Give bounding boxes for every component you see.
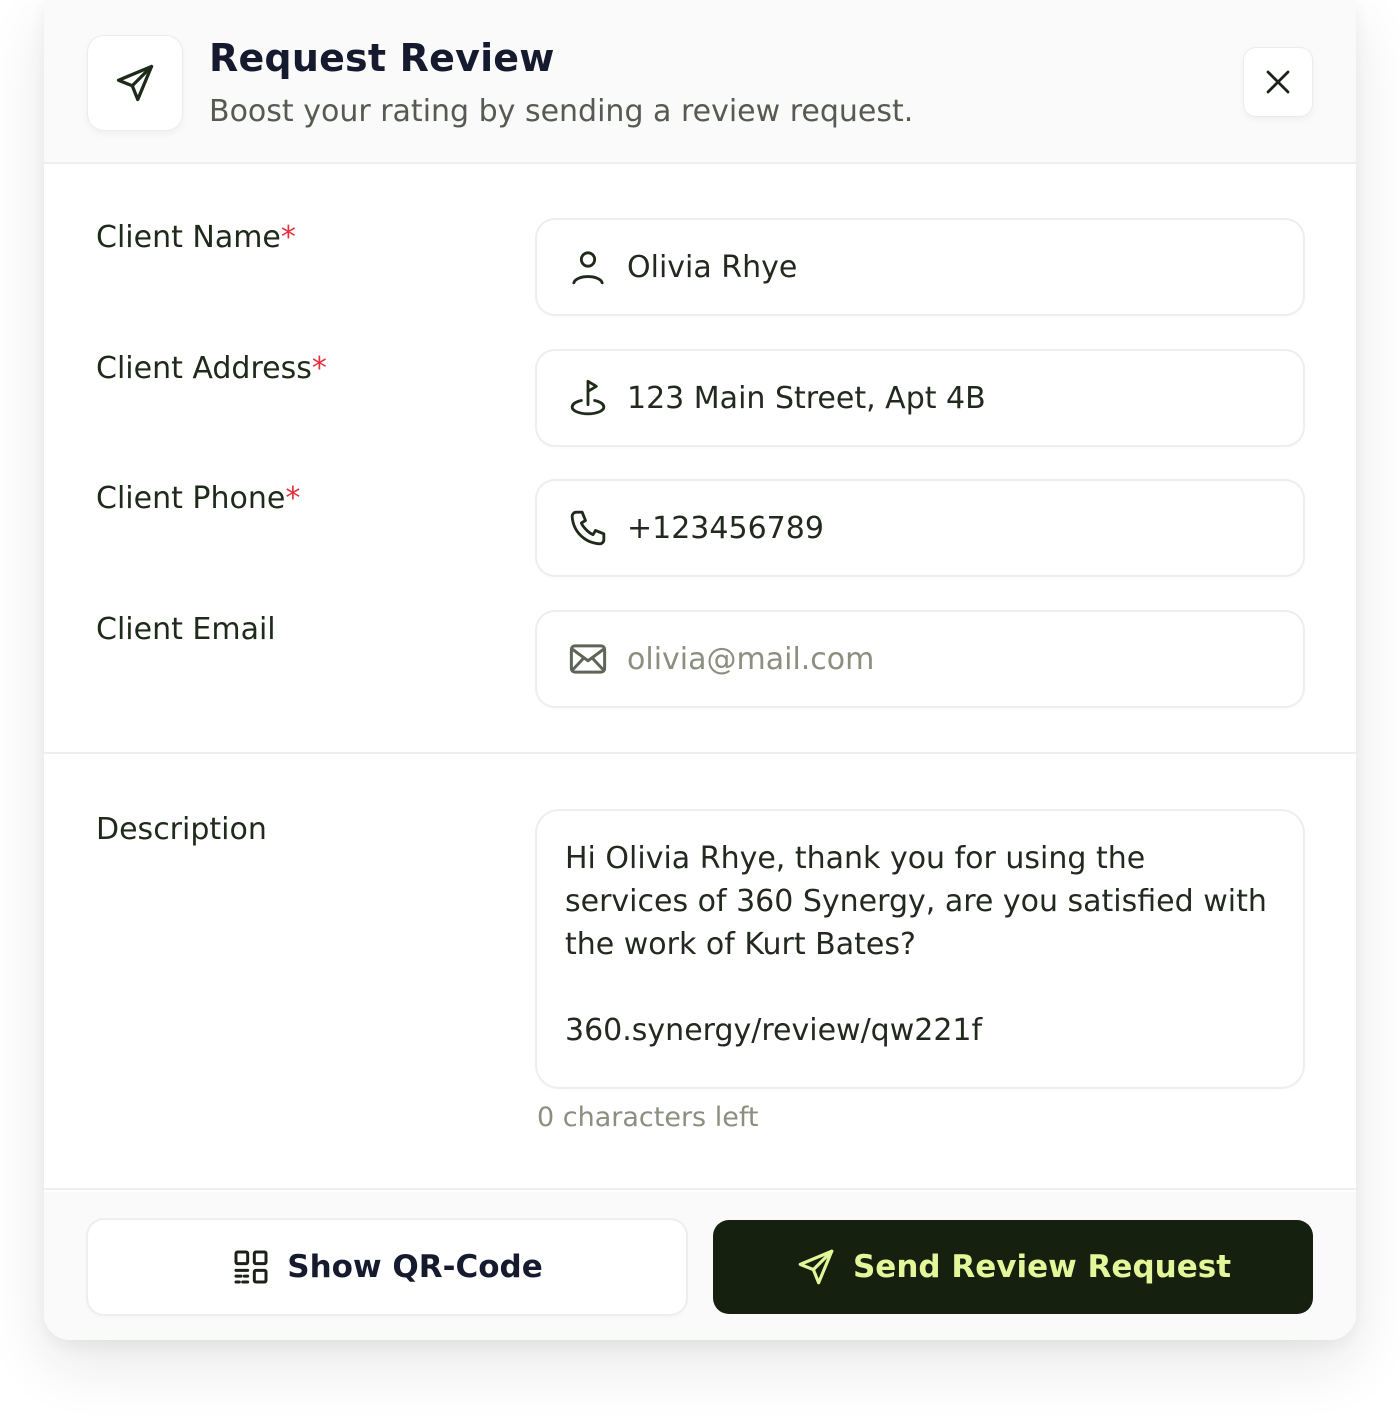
client-address-value: 123 Main Street, Apt 4B <box>627 380 986 416</box>
client-name-label: Client Name* <box>96 220 296 255</box>
send-icon <box>795 1246 837 1288</box>
send-icon <box>116 64 154 102</box>
client-email-placeholder: olivia@mail.com <box>627 641 875 677</box>
required-marker: * <box>285 481 301 516</box>
character-counter: 0 characters left <box>537 1102 759 1133</box>
show-qr-code-label: Show QR-Code <box>287 1249 543 1285</box>
send-review-request-button[interactable]: Send Review Request <box>713 1220 1313 1314</box>
modal-header: Request Review Boost your rating by send… <box>44 0 1356 164</box>
client-phone-field[interactable]: +123456789 <box>537 481 1303 575</box>
client-email-field[interactable]: olivia@mail.com <box>537 612 1303 706</box>
required-marker: * <box>311 351 327 386</box>
send-review-request-label: Send Review Request <box>852 1249 1232 1285</box>
close-icon <box>1266 70 1290 94</box>
client-name-field[interactable]: Olivia Rhye <box>537 220 1303 314</box>
mail-icon <box>567 638 609 680</box>
description-label: Description <box>96 812 267 847</box>
client-address-field[interactable]: 123 Main Street, Apt 4B <box>537 351 1303 445</box>
modal-subtitle: Boost your rating by sending a review re… <box>209 94 914 129</box>
client-phone-value: +123456789 <box>627 510 824 546</box>
modal-title: Request Review <box>209 36 555 80</box>
qr-code-icon <box>231 1247 271 1287</box>
client-details-section: Client Name* Olivia Rhye Client Address*… <box>44 166 1356 754</box>
description-text: Hi Olivia Rhye, thank you for using the … <box>565 841 1267 1048</box>
client-phone-label: Client Phone* <box>96 481 301 516</box>
description-section: Description Hi Olivia Rhye, thank you fo… <box>44 756 1356 1190</box>
request-review-modal: Request Review Boost your rating by send… <box>44 0 1356 1340</box>
description-textarea[interactable]: Hi Olivia Rhye, thank you for using the … <box>537 811 1303 1087</box>
required-marker: * <box>280 220 296 255</box>
client-email-label: Client Email <box>96 612 276 647</box>
modal-footer: Show QR-Code Send Review Request <box>44 1192 1356 1340</box>
close-button[interactable] <box>1244 48 1312 116</box>
location-icon <box>567 377 609 419</box>
header-icon-box <box>88 36 182 130</box>
client-name-value: Olivia Rhye <box>627 249 798 285</box>
user-icon <box>567 246 609 288</box>
show-qr-code-button[interactable]: Show QR-Code <box>88 1220 686 1314</box>
phone-icon <box>567 507 609 549</box>
client-address-label: Client Address* <box>96 351 327 386</box>
